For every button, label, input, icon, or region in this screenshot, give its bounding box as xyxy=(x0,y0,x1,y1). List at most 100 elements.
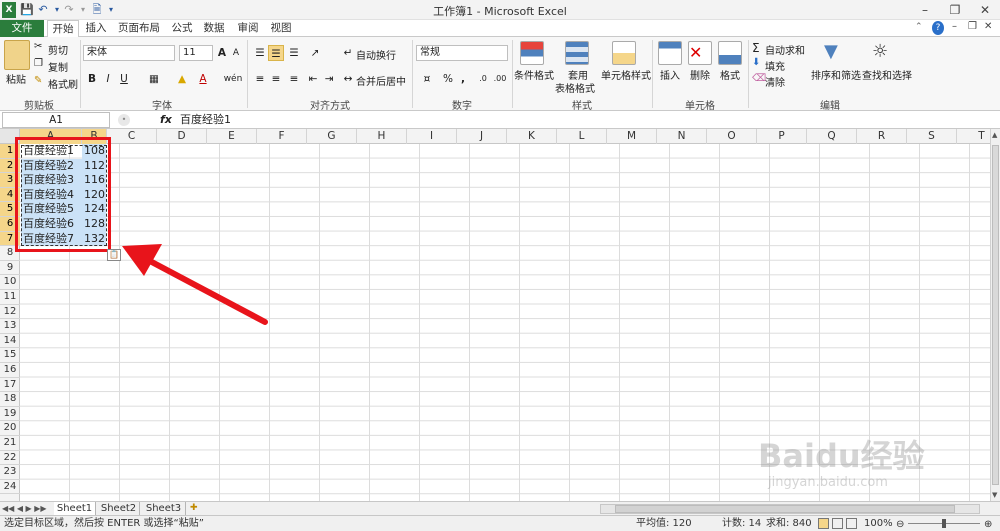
cell-styles-icon[interactable] xyxy=(612,41,636,65)
row-header-13[interactable]: 13 xyxy=(0,319,20,334)
row-header-22[interactable]: 22 xyxy=(0,451,20,466)
tab-view[interactable]: 视图 xyxy=(267,20,295,37)
close-icon[interactable]: ✕ xyxy=(970,0,1000,20)
format-painter-button[interactable]: 格式刷 xyxy=(48,76,78,91)
merge-center-button[interactable]: 合并后居中 xyxy=(356,73,406,88)
format-as-table-line2[interactable]: 表格格式 xyxy=(555,80,595,95)
italic-button[interactable]: I xyxy=(101,71,115,87)
autosum-icon[interactable]: Σ xyxy=(752,41,760,55)
sheet-tab-1[interactable]: Sheet1 xyxy=(54,502,96,516)
column-header-q[interactable]: Q xyxy=(807,129,857,144)
align-left-icon[interactable]: ≡ xyxy=(252,71,268,87)
copy-button[interactable]: 复制 xyxy=(48,59,68,74)
vertical-scroll-thumb[interactable] xyxy=(992,145,999,485)
clear-button[interactable]: 清除 xyxy=(765,74,785,89)
sheet-tab-2[interactable]: Sheet2 xyxy=(98,502,140,516)
row-header-10[interactable]: 10 xyxy=(0,275,20,290)
conditional-format-icon[interactable] xyxy=(520,41,544,65)
tab-file[interactable]: 文件 xyxy=(0,20,44,37)
fill-button[interactable]: 填充 xyxy=(765,58,785,73)
column-header-m[interactable]: M xyxy=(607,129,657,144)
phonetic-button[interactable]: wén xyxy=(222,71,244,87)
sort-filter-icon[interactable]: ▼ xyxy=(824,41,848,65)
row-header-12[interactable]: 12 xyxy=(0,305,20,320)
row-header-24[interactable]: 24 xyxy=(0,480,20,495)
format-cells-button[interactable]: 格式 xyxy=(720,67,740,82)
underline-button[interactable]: U xyxy=(117,71,131,87)
merge-center-icon[interactable]: ↔ xyxy=(342,71,354,87)
row-header-14[interactable]: 14 xyxy=(0,334,20,349)
font-size-select[interactable]: 11 xyxy=(179,45,213,61)
column-header-c[interactable]: C xyxy=(107,129,157,144)
column-header-o[interactable]: O xyxy=(707,129,757,144)
find-select-icon[interactable]: ☼ xyxy=(872,41,896,65)
format-as-table-icon[interactable] xyxy=(565,41,589,65)
percent-button[interactable]: % xyxy=(442,71,454,87)
zoom-slider-thumb[interactable] xyxy=(942,519,946,528)
align-right-icon[interactable]: ≡ xyxy=(286,71,302,87)
delete-cells-button[interactable]: 删除 xyxy=(690,67,710,82)
tab-page-layout[interactable]: 页面布局 xyxy=(114,20,164,37)
row-header-23[interactable]: 23 xyxy=(0,465,20,480)
horizontal-scroll-thumb[interactable] xyxy=(615,505,955,513)
shrink-font-button[interactable]: A xyxy=(230,45,242,61)
column-header-r[interactable]: R xyxy=(857,129,907,144)
zoom-out-icon[interactable]: ⊖ xyxy=(896,517,906,531)
format-cells-icon[interactable] xyxy=(718,41,742,65)
align-top-icon[interactable]: ☰ xyxy=(252,45,268,61)
align-center-icon[interactable]: ≡ xyxy=(268,71,284,87)
row-header-15[interactable]: 15 xyxy=(0,348,20,363)
formula-input[interactable]: 百度经验1 xyxy=(180,112,988,128)
decrease-decimal-button[interactable]: .00 xyxy=(492,71,508,87)
row-header-18[interactable]: 18 xyxy=(0,392,20,407)
workbook-close-icon[interactable]: ✕ xyxy=(984,21,996,35)
align-middle-icon[interactable]: ☰ xyxy=(268,45,284,61)
insert-function-icon[interactable]: fx xyxy=(160,112,172,128)
wrap-text-icon[interactable]: ↵ xyxy=(342,45,354,61)
fill-color-icon[interactable]: ▲ xyxy=(174,71,190,87)
restore-icon[interactable]: ❐ xyxy=(940,0,970,20)
delete-cells-icon[interactable]: ✕ xyxy=(688,41,712,65)
column-header-f[interactable]: F xyxy=(257,129,307,144)
workbook-minimize-icon[interactable]: – xyxy=(952,21,964,35)
row-header-21[interactable]: 21 xyxy=(0,436,20,451)
column-header-e[interactable]: E xyxy=(207,129,257,144)
autosum-button[interactable]: 自动求和 xyxy=(765,42,805,57)
paste-button[interactable]: 粘贴 xyxy=(6,71,26,86)
tab-formulas[interactable]: 公式 xyxy=(168,20,196,37)
row-header-17[interactable]: 17 xyxy=(0,378,20,393)
insert-sheet-icon[interactable]: ✚ xyxy=(190,503,204,515)
insert-cells-button[interactable]: 插入 xyxy=(660,67,680,82)
conditional-format-button[interactable]: 条件格式 xyxy=(514,67,554,82)
zoom-level[interactable]: 100% xyxy=(864,516,893,531)
increase-decimal-button[interactable]: .0 xyxy=(476,71,490,87)
align-bottom-icon[interactable]: ☰ xyxy=(286,45,302,61)
column-header-h[interactable]: H xyxy=(357,129,407,144)
increase-indent-icon[interactable]: ⇥ xyxy=(322,71,336,87)
fill-icon[interactable]: ⬇ xyxy=(752,57,760,68)
column-header-g[interactable]: G xyxy=(307,129,357,144)
scroll-up-icon[interactable]: ▲ xyxy=(992,131,999,139)
column-header-i[interactable]: I xyxy=(407,129,457,144)
sheet-tab-3[interactable]: Sheet3 xyxy=(142,502,186,516)
paste-icon[interactable] xyxy=(4,40,30,70)
column-header-l[interactable]: L xyxy=(557,129,607,144)
normal-view-icon[interactable] xyxy=(818,518,829,529)
font-name-select[interactable]: 宋体 xyxy=(83,45,175,61)
zoom-in-icon[interactable]: ⊕ xyxy=(984,517,994,531)
column-header-n[interactable]: N xyxy=(657,129,707,144)
grow-font-button[interactable]: A xyxy=(216,45,228,61)
cut-button[interactable]: 剪切 xyxy=(48,42,68,57)
tab-insert[interactable]: 插入 xyxy=(82,20,110,37)
cell-styles-button[interactable]: 单元格样式 xyxy=(601,67,651,82)
row-header-16[interactable]: 16 xyxy=(0,363,20,378)
workbook-restore-icon[interactable]: ❐ xyxy=(968,21,980,35)
column-header-s[interactable]: S xyxy=(907,129,957,144)
column-header-d[interactable]: D xyxy=(157,129,207,144)
copy-icon[interactable]: ❐ xyxy=(34,58,43,69)
find-select-button[interactable]: 查找和选择 xyxy=(862,67,912,82)
row-header-19[interactable]: 19 xyxy=(0,407,20,422)
orientation-icon[interactable]: ↗ xyxy=(306,45,324,61)
decrease-indent-icon[interactable]: ⇤ xyxy=(306,71,320,87)
sort-filter-button[interactable]: 排序和筛选 xyxy=(811,67,861,82)
